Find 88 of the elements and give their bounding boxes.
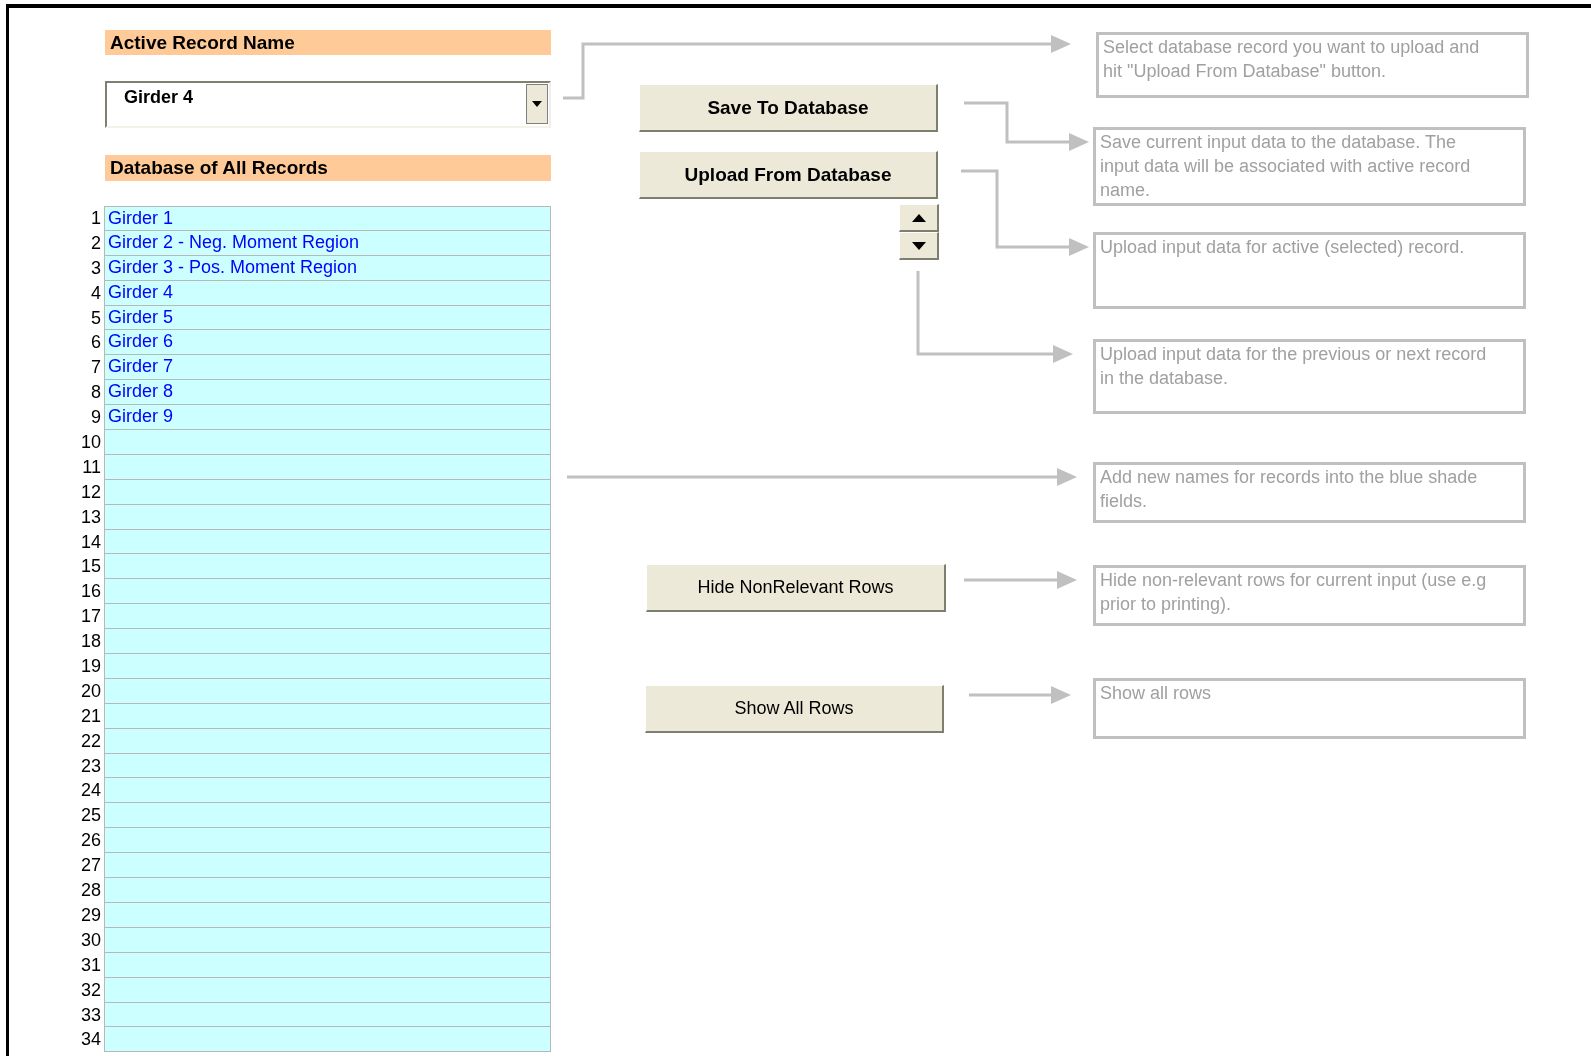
row-number: 5 — [90, 306, 102, 330]
instruction-note: Show all rows — [1093, 678, 1526, 739]
row-number: 6 — [90, 331, 102, 355]
section-header: Active Record Name — [105, 30, 551, 55]
row-number: 31 — [79, 953, 102, 977]
row-number: 9 — [90, 406, 102, 430]
record-cell[interactable] — [104, 828, 551, 854]
row-number: 13 — [79, 505, 102, 529]
row-number: 4 — [90, 281, 102, 305]
macro-button[interactable]: Upload From Database — [639, 151, 938, 199]
previous-record-button[interactable] — [899, 204, 939, 232]
macro-button[interactable]: Hide NonRelevant Rows — [646, 564, 946, 612]
record-cell[interactable] — [104, 927, 551, 953]
record-cell[interactable] — [104, 753, 551, 779]
record-cell[interactable] — [104, 678, 551, 704]
record-cell[interactable] — [104, 778, 551, 804]
record-cell[interactable] — [104, 504, 551, 530]
instruction-note: Hide non-relevant rows for current input (use e.g prior to printing). — [1093, 565, 1526, 626]
row-number: 28 — [79, 879, 102, 903]
up-triangle-icon — [911, 213, 926, 222]
record-cell[interactable]: Girder 9 — [104, 405, 551, 430]
record-cell[interactable] — [104, 579, 551, 605]
record-cell[interactable]: Girder 7 — [104, 355, 551, 381]
next-record-button[interactable] — [899, 232, 939, 260]
down-triangle-icon — [911, 241, 926, 250]
macro-button[interactable]: Show All Rows — [645, 685, 944, 733]
instruction-note: Upload input data for active (selected) record. — [1093, 232, 1526, 309]
row-number: 27 — [79, 854, 102, 878]
record-cell[interactable] — [104, 878, 551, 903]
instruction-note: Upload input data for the previous or next record in the database. — [1093, 339, 1526, 414]
macro-button[interactable]: Save To Database — [639, 84, 938, 132]
record-cell[interactable] — [104, 654, 551, 679]
row-number: 19 — [79, 655, 102, 679]
row-number: 1 — [90, 207, 102, 230]
record-cell[interactable]: Girder 1 — [104, 206, 551, 231]
row-number: 24 — [79, 779, 102, 803]
record-cell[interactable] — [104, 703, 551, 729]
row-number: 25 — [79, 804, 102, 828]
record-dropdown[interactable]: Girder 4 — [105, 81, 551, 128]
dropdown-arrow-button[interactable] — [526, 84, 548, 124]
instruction-note: Add new names for records into the blue shade fields. — [1093, 462, 1526, 523]
record-cell[interactable] — [104, 604, 551, 630]
record-cell[interactable] — [104, 529, 551, 555]
row-number: 11 — [81, 455, 102, 479]
row-number: 17 — [79, 605, 102, 629]
row-number: 7 — [90, 356, 102, 380]
record-cell[interactable] — [104, 728, 551, 754]
row-number: 33 — [79, 1003, 102, 1027]
row-number: 29 — [79, 903, 102, 927]
record-cell[interactable] — [104, 853, 551, 879]
row-number: 10 — [79, 431, 102, 454]
record-cell[interactable]: Girder 3 - Pos. Moment Region — [104, 255, 551, 281]
record-cell[interactable] — [104, 454, 551, 480]
record-cell[interactable]: Girder 4 — [104, 280, 551, 306]
record-cell[interactable] — [104, 977, 551, 1003]
section-header: Database of All Records — [105, 155, 551, 181]
row-number: 18 — [79, 630, 102, 654]
row-number: 26 — [79, 829, 102, 853]
row-number: 14 — [79, 530, 102, 554]
caret-icon — [532, 101, 542, 107]
record-cell[interactable]: Girder 2 - Neg. Moment Region — [104, 230, 551, 256]
row-number: 32 — [79, 978, 102, 1002]
row-number: 16 — [79, 580, 102, 604]
row-number: 3 — [90, 256, 102, 280]
row-number: 34 — [79, 1028, 102, 1052]
record-cell[interactable] — [104, 554, 551, 580]
record-cell[interactable]: Girder 6 — [104, 330, 551, 356]
record-cell[interactable] — [104, 803, 551, 829]
row-number: 22 — [79, 729, 102, 753]
instruction-note: Select database record you want to upload and hit "Upload From Database" button. — [1096, 32, 1529, 98]
record-cell[interactable] — [104, 479, 551, 505]
row-number: 2 — [90, 231, 102, 255]
record-cell[interactable]: Girder 5 — [104, 305, 551, 331]
instruction-note: Save current input data to the database. The input data will be associated with active record name. — [1093, 127, 1526, 206]
row-number: 23 — [79, 754, 102, 778]
record-cell[interactable] — [104, 629, 551, 655]
record-cell[interactable] — [104, 902, 551, 928]
row-number: 30 — [79, 928, 102, 952]
row-number: 21 — [79, 704, 102, 728]
record-cell[interactable]: Girder 8 — [104, 380, 551, 406]
record-cell[interactable] — [104, 430, 551, 455]
row-number: 12 — [79, 480, 102, 504]
row-number: 15 — [79, 555, 102, 579]
record-cell[interactable] — [104, 1027, 551, 1053]
record-cell[interactable] — [104, 1002, 551, 1028]
row-number: 20 — [79, 679, 102, 703]
record-cell[interactable] — [104, 952, 551, 978]
row-number: 8 — [90, 381, 102, 405]
